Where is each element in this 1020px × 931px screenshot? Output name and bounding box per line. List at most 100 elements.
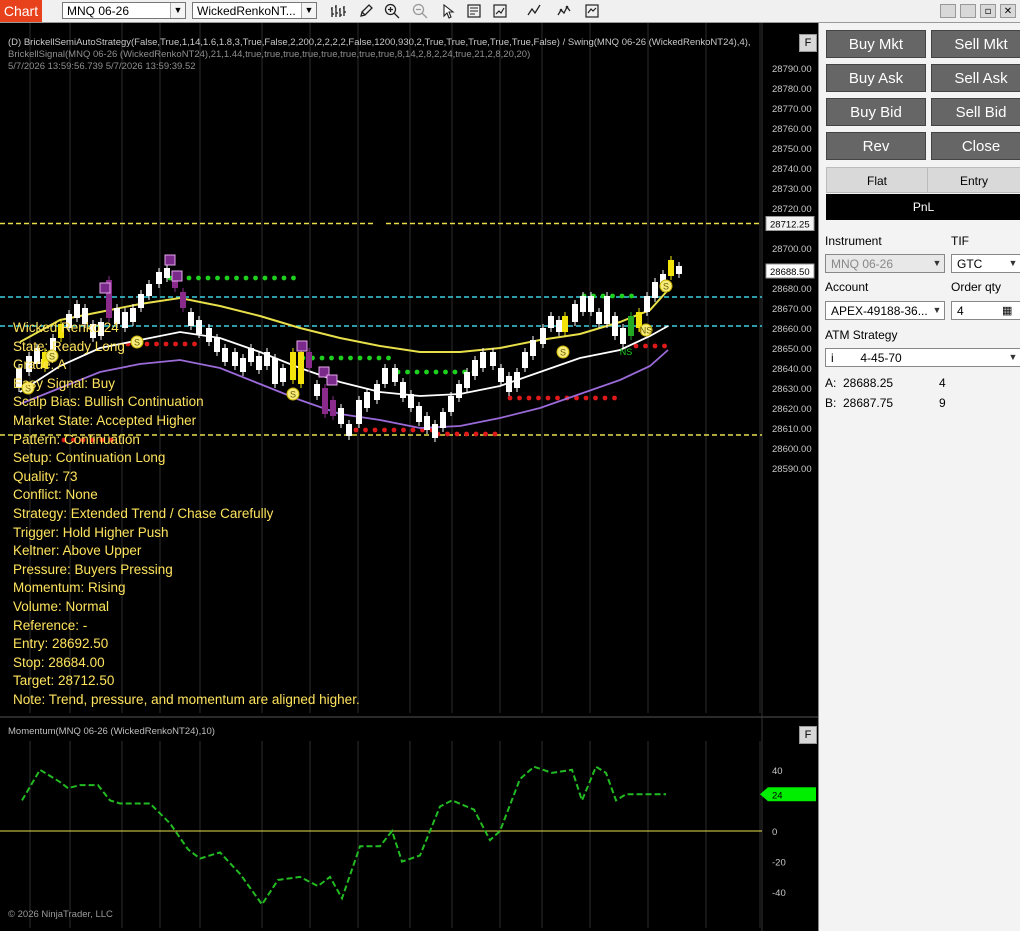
renko-brick (506, 376, 512, 392)
renko-brick (280, 368, 286, 382)
sell-mkt-button[interactable]: Sell Mkt (931, 30, 1020, 58)
chevron-down-icon: ▼ (1008, 352, 1018, 362)
renko-brick (408, 394, 414, 408)
price-axis-label: 28750.00 (772, 144, 812, 155)
signal-dot (643, 343, 648, 349)
entry-button[interactable]: Entry (927, 167, 1020, 193)
signal-dot (348, 355, 353, 361)
sell-bid-button[interactable]: Sell Bid (931, 98, 1020, 126)
properties-icon[interactable] (584, 3, 600, 19)
renko-brick (440, 412, 446, 428)
overlay-text-line: Reference: - (13, 617, 88, 633)
chart-area[interactable]: S S S S S S NS NS 28790.00 28780.00 28770.00 28760… (0, 23, 818, 931)
strategies-icon[interactable] (556, 3, 572, 19)
tif-select[interactable]: GTC ▼ (951, 254, 1020, 273)
renko-brick (248, 348, 254, 362)
price-axis-label: 28770.00 (772, 104, 812, 115)
signal-dot (414, 369, 420, 375)
rev-button[interactable]: Rev (826, 132, 926, 160)
renko-brick (416, 406, 422, 422)
price-axis-label: 28780.00 (772, 84, 812, 95)
renko-brick (306, 352, 312, 368)
signal-marker: S (556, 345, 570, 359)
signal-dot (629, 293, 634, 299)
price-chart[interactable]: SSSSSSNSNS 28790.0028780.0028770.0028760… (0, 23, 818, 931)
close-icon[interactable]: ✕ (1000, 4, 1016, 18)
renko-brick (156, 272, 162, 284)
signal-dot (367, 355, 372, 361)
signal-dot (173, 341, 178, 347)
signal-dot (272, 275, 277, 281)
price-axis-label: 28630.00 (772, 384, 812, 395)
data-box-icon[interactable] (466, 3, 482, 19)
renko-brick (612, 316, 618, 336)
signal-dot (163, 341, 169, 347)
chart-app-tab[interactable]: Chart (0, 0, 42, 22)
renko-brick (498, 368, 504, 382)
sell-ask-button[interactable]: Sell Ask (931, 64, 1020, 92)
bar-type-selector[interactable]: WickedRenkoNT... ▼ (192, 2, 317, 19)
renko-brick (346, 424, 352, 436)
close-button[interactable]: Close (931, 132, 1020, 160)
atm-strategy-select[interactable]: i 4-45-70 ▼ (825, 348, 1020, 367)
calculator-icon[interactable]: ▦ (1002, 302, 1012, 319)
signal-dot (545, 395, 551, 401)
order-qty-input[interactable]: 4 ▦ (951, 301, 1020, 320)
pnl-display[interactable]: PnL (826, 194, 1020, 220)
instrument-selector[interactable]: MNQ 06-26 ▼ (62, 2, 186, 19)
pointer-icon[interactable] (440, 3, 456, 19)
overlay-text-line: Easy Signal: Buy (13, 375, 116, 391)
signal-dot (583, 395, 589, 401)
signal-dot (610, 293, 615, 299)
signal-dot (391, 427, 397, 433)
price-axis-label: 28680.00 (772, 284, 812, 295)
signal-dot (338, 355, 344, 361)
account-select[interactable]: APEX-49188-36... ▼ (825, 301, 945, 320)
signal-marker-label: S (663, 282, 669, 292)
renko-brick (356, 400, 362, 424)
renko-brick (374, 384, 380, 400)
renko-brick (232, 352, 238, 366)
renko-brick (272, 358, 278, 384)
overlay-text-line: Conflict: None (13, 487, 98, 503)
restore-icon[interactable] (960, 4, 976, 18)
signal-dot (464, 431, 469, 437)
bar-style-icon[interactable] (330, 3, 346, 19)
overlay-text-line: Entry: 28692.50 (13, 636, 109, 652)
bid-size: 9 (939, 396, 946, 410)
buy-ask-button[interactable]: Buy Ask (826, 64, 926, 92)
draw-pencil-icon[interactable] (358, 3, 374, 19)
zoom-out-icon[interactable] (412, 3, 428, 19)
maximize-icon[interactable]: ▫ (980, 4, 996, 18)
signal-dot (424, 369, 429, 375)
minimize-icon[interactable] (940, 4, 956, 18)
renko-brick (644, 296, 650, 312)
chart-f-button[interactable]: F (799, 34, 817, 52)
buy-bid-button[interactable]: Buy Bid (826, 98, 926, 126)
overlay-text-line: Stop: 28684.00 (13, 654, 105, 670)
instrument-field: MNQ 06-26 ▼ (825, 254, 945, 273)
indicators-icon[interactable] (526, 3, 542, 19)
price-axis-label: 28610.00 (772, 424, 812, 435)
momentum-value-tag-text: 24 (772, 790, 783, 801)
price-axis-label: 28670.00 (772, 304, 812, 315)
renko-brick (562, 316, 568, 332)
overlay-text-line: State: Ready Long (13, 338, 125, 354)
flat-button[interactable]: Flat (826, 167, 928, 193)
data-series-icon[interactable] (492, 3, 508, 19)
overlay-text-line: Momentum: Rising (13, 580, 126, 596)
renko-brick (130, 308, 136, 322)
zoom-in-icon[interactable] (384, 3, 400, 19)
price-axis-label: 28760.00 (772, 124, 812, 135)
buy-mkt-button[interactable]: Buy Mkt (826, 30, 926, 58)
renko-brick (456, 384, 462, 398)
signal-dot (182, 341, 188, 347)
momentum-value-tag (760, 787, 816, 802)
signal-dot (376, 355, 382, 361)
price-axis-label: 28650.00 (772, 344, 812, 355)
signal-dot (507, 395, 513, 401)
momentum-f-button[interactable]: F (799, 726, 817, 744)
atm-strategy-label: ATM Strategy (825, 328, 898, 342)
signal-marker-label: NS (640, 326, 653, 336)
chart-toolbar: Chart MNQ 06-26 ▼ WickedRenkoNT... ▼ ▫ ✕ (0, 0, 1020, 23)
